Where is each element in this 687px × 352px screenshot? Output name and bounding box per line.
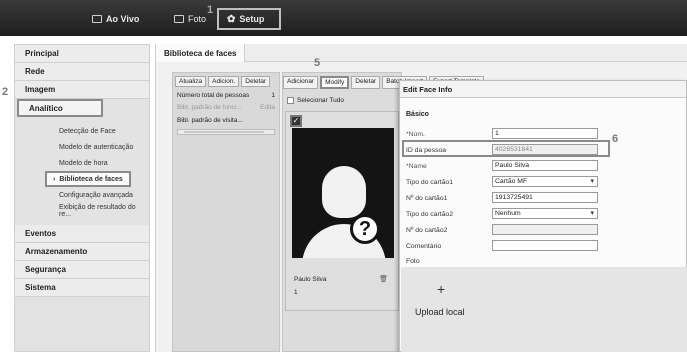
photo-icon — [174, 15, 184, 23]
face-card-number: 1 — [294, 289, 298, 296]
sidebar-subitem-result-display[interactable]: Exibição de resultado do re... — [15, 203, 149, 219]
person-id-label: ID da pessoa — [406, 146, 447, 154]
refresh-button[interactable]: Atualiza — [175, 76, 207, 87]
gear-icon: ✿ — [227, 13, 236, 25]
sidebar-subitem-face-library[interactable]: › Biblioteca de faces — [45, 171, 131, 187]
num-field[interactable]: 1 — [492, 128, 598, 139]
nav-live-label: Ao Vivo — [106, 14, 140, 24]
person-head-shape — [322, 166, 366, 218]
dialog-title: Edit Face Info — [400, 81, 686, 98]
card1-type-label: Tipo do cartão1 — [406, 178, 453, 186]
field-row-card1-type: Tipo do cartão1 Cartão MF — [406, 176, 676, 188]
section-basic: Básico — [406, 111, 429, 118]
select-all-checkbox[interactable] — [287, 97, 294, 104]
callout-1: 1 — [207, 4, 214, 16]
comment-field[interactable] — [492, 240, 598, 251]
face-card[interactable]: ✓ ? Paulo Silva 1 🗑 — [285, 111, 399, 311]
card1-no-field[interactable]: 1913725491 — [492, 192, 598, 203]
field-row-name: *Name Paulo Silva — [406, 160, 676, 172]
library-toolbar: Atualiza Adicion. Deletar — [173, 73, 279, 90]
photo-label: Foto — [406, 257, 420, 265]
card2-type-select[interactable]: Nenhum — [492, 208, 598, 219]
sidebar-subitem-time-template[interactable]: Modelo de hora — [15, 155, 149, 171]
plus-icon: + — [437, 281, 446, 297]
monitor-icon — [92, 15, 102, 23]
callout-2: 2 — [2, 86, 9, 98]
sidebar-subitem-face-detection[interactable]: Detecção de Face — [15, 123, 149, 139]
trash-icon[interactable]: 🗑 — [379, 275, 388, 283]
library-row[interactable]: Bibl. padrão de funci... Edita — [173, 101, 279, 114]
total-persons-label: Número total de pessoas — [177, 92, 250, 99]
nav-photo[interactable]: Foto — [174, 11, 206, 27]
nav-photo-label: Foto — [188, 14, 207, 24]
sidebar-item-principal[interactable]: Principal — [15, 45, 149, 63]
sidebar-subitem-advanced-config[interactable]: Configuração avançada — [15, 187, 149, 203]
field-row-card2-no: Nº do cartão2 — [406, 224, 676, 236]
face-library-label: Biblioteca de faces — [59, 175, 123, 183]
card1-type-select[interactable]: Cartão MF — [492, 176, 598, 187]
library-name: Bibl. padrão de funci... — [177, 104, 242, 111]
face-placeholder-image: ? — [292, 128, 394, 258]
add-face-button[interactable]: Adicionar — [283, 76, 319, 89]
delete-library-button[interactable]: Deletar — [241, 76, 271, 87]
name-field[interactable]: Paulo Silva — [492, 160, 598, 171]
nav-live-view[interactable]: Ao Vivo — [92, 11, 139, 27]
tab-bar: Biblioteca de faces — [156, 44, 687, 62]
add-library-button[interactable]: Adicion. — [208, 76, 240, 87]
nav-setup[interactable]: ✿ Setup — [217, 8, 281, 30]
total-persons: Número total de pessoas 1 — [173, 90, 279, 101]
sidebar-item-armazenamento[interactable]: Armazenamento — [15, 243, 149, 261]
upload-local-label: Upload local — [415, 307, 465, 317]
field-row-photo: Foto — [406, 255, 676, 267]
num-label: *Núm. — [406, 130, 425, 138]
library-row[interactable]: Bibl. padrão de visita... — [173, 114, 279, 127]
sidebar-subitem-auth-template[interactable]: Modelo de autenticação — [15, 139, 149, 155]
analitico-submenu: Detecção de Face Modelo de autenticação … — [15, 117, 149, 225]
tab-face-library[interactable]: Biblioteca de faces — [156, 44, 246, 62]
name-label: *Name — [406, 162, 427, 170]
field-row-person-id: ID da pessoa 4026531841 — [406, 144, 676, 156]
card2-no-field — [492, 224, 598, 235]
face-card-name: Paulo Silva — [294, 276, 327, 283]
library-name: Bibl. padrão de visita... — [177, 117, 243, 124]
modify-face-button[interactable]: Modify — [320, 76, 350, 89]
sidebar-item-analitico[interactable]: Analítico — [17, 99, 103, 117]
sidebar-item-rede[interactable]: Rede — [15, 63, 149, 81]
callout-5: 5 — [314, 57, 321, 69]
sidebar-item-sistema[interactable]: Sistema — [15, 279, 149, 297]
field-row-card2-type: Tipo do cartão2 Nenhum — [406, 208, 676, 220]
field-row-num: *Núm. 1 — [406, 128, 676, 140]
horizontal-scrollbar[interactable] — [177, 129, 275, 135]
chevron-right-icon: › — [53, 175, 56, 183]
upload-photo-area[interactable]: + Upload local — [401, 267, 687, 352]
face-grid-panel: Adicionar Modify Deletar Batch Import Ex… — [282, 72, 484, 352]
sidebar: Principal Rede Imagem Analítico Detecção… — [14, 44, 150, 352]
card2-type-label: Tipo do cartão2 — [406, 210, 453, 218]
top-nav-bar: Ao Vivo Foto 1 ✿ Setup — [0, 0, 687, 36]
delete-face-button[interactable]: Deletar — [351, 76, 381, 89]
library-edit-link[interactable]: Edita — [260, 104, 275, 111]
select-all-label: Selecionar Tudo — [297, 97, 344, 104]
nav-setup-label: Setup — [239, 14, 265, 24]
comment-label: Comentário — [406, 242, 442, 250]
card2-no-label: Nº do cartão2 — [406, 226, 448, 234]
library-list-panel: Atualiza Adicion. Deletar Número total d… — [172, 72, 280, 352]
sidebar-item-seguranca[interactable]: Segurança — [15, 261, 149, 279]
sidebar-item-imagem[interactable]: Imagem — [15, 81, 149, 99]
total-persons-value: 1 — [271, 92, 275, 99]
select-all[interactable]: Selecionar Tudo — [287, 97, 344, 104]
field-row-card1-no: Nº do cartão1 1913725491 — [406, 192, 676, 204]
question-mark-icon: ? — [350, 214, 380, 244]
card-checkbox[interactable]: ✓ — [290, 115, 302, 127]
person-id-field[interactable]: 4026531841 — [492, 144, 598, 155]
field-row-comment: Comentário — [406, 240, 676, 252]
sidebar-item-eventos[interactable]: Eventos — [15, 225, 149, 243]
card1-no-label: Nº do cartão1 — [406, 194, 448, 202]
edit-face-dialog: Edit Face Info Básico *Núm. 1 6 ID da pe… — [399, 80, 687, 352]
